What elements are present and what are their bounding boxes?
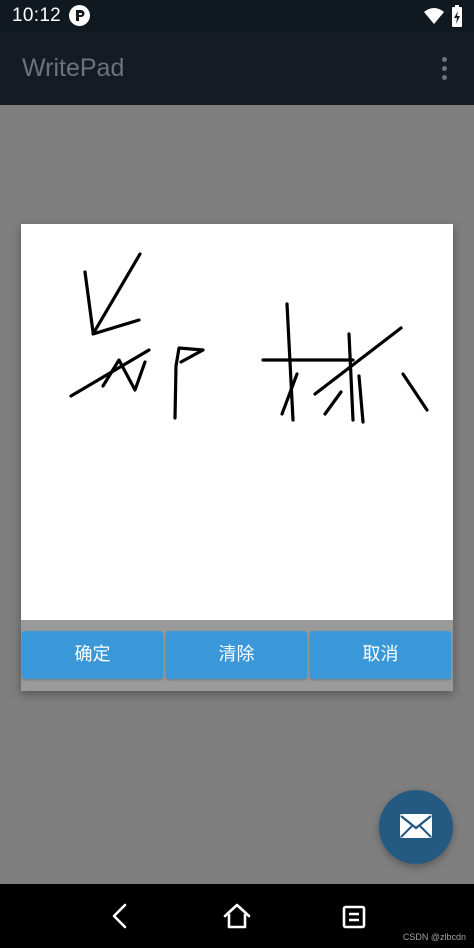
battery-charging-icon (452, 5, 462, 27)
cancel-button[interactable]: 取消 (310, 631, 451, 679)
wifi-icon: 4 (424, 7, 444, 25)
app-title: WritePad (22, 54, 125, 82)
confirm-button[interactable]: 确定 (22, 631, 163, 679)
handwriting-strokes (69, 252, 429, 424)
status-bar: 10:12 4 (0, 0, 474, 32)
pocket-p-icon (69, 5, 90, 26)
recents-icon[interactable] (340, 903, 368, 931)
navigation-bar: CSDN @zlbcdn (0, 884, 474, 948)
more-vertical-icon[interactable] (432, 54, 456, 84)
watermark: CSDN @zlbcdn (402, 932, 466, 942)
app-bar: WritePad (0, 32, 474, 105)
clear-button[interactable]: 清除 (166, 631, 307, 679)
dialog-buttons: 确定 清除 取消 (21, 631, 453, 679)
signature-dialog: 确定 清除 取消 (21, 224, 453, 691)
home-icon[interactable] (222, 901, 252, 931)
mail-icon (400, 814, 432, 838)
mail-fab-button[interactable] (379, 790, 453, 864)
back-icon[interactable] (106, 902, 134, 930)
status-time: 10:12 (12, 5, 62, 26)
svg-text:4: 4 (437, 17, 442, 25)
screen: 10:12 4 WritePad 确定 清除 取消 CSDN @zlbcdn (0, 0, 474, 948)
handwriting-canvas[interactable] (21, 224, 453, 620)
